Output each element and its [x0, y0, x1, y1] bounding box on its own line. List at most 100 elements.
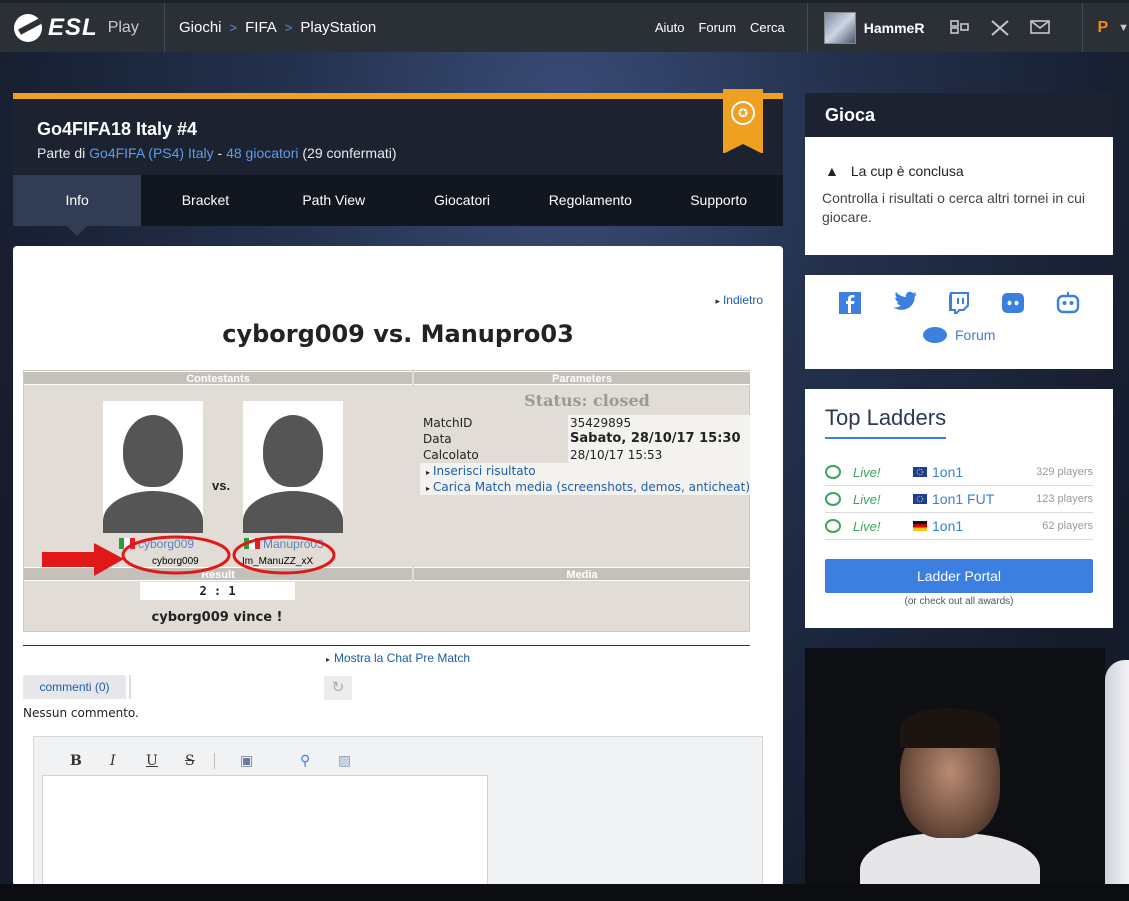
live-label: Live!: [853, 518, 881, 534]
forum-label: Forum: [955, 327, 996, 343]
cup-header: Go4FIFA18 Italy #4 Parte di Go4FIFA (PS4…: [13, 89, 783, 175]
series-link[interactable]: Go4FIFA (PS4) Italy: [89, 145, 214, 161]
warning-icon: ▲: [825, 163, 839, 179]
cup-sub-prefix: Parte di: [37, 145, 90, 161]
tab-regolamento[interactable]: Regolamento: [526, 175, 654, 226]
user-menu[interactable]: HammeR P ▼: [808, 3, 1129, 52]
ladder-players: 62 players: [1042, 520, 1093, 532]
tab-supporto[interactable]: Supporto: [654, 175, 782, 226]
bold-button[interactable]: B: [70, 753, 82, 769]
ladder-row[interactable]: Live! 1on1 FUT 123 players: [825, 486, 1093, 513]
vs-label: vs.: [212, 478, 231, 493]
breadcrumb: Giochi > FIFA > PlayStation: [165, 19, 655, 36]
match-status: Status: closed: [524, 391, 650, 410]
italy-flag-icon: [119, 538, 135, 549]
esl-logo[interactable]: ESL Play: [0, 3, 165, 52]
match-parameters: MatchID 35429895 Data Sabato, 28/10/17 15:…: [420, 415, 750, 495]
image-icon[interactable]: ▣: [240, 753, 253, 769]
breadcrumb-playstation[interactable]: PlayStation: [300, 19, 376, 36]
tab-bracket[interactable]: Bracket: [141, 175, 269, 226]
link-icon[interactable]: ⚲: [300, 753, 310, 769]
param-matchid-label: MatchID: [423, 416, 473, 430]
ladder-players: 329 players: [1036, 466, 1093, 478]
username[interactable]: HammeR: [864, 20, 925, 36]
eu-flag-icon: [913, 494, 927, 504]
ladder-name[interactable]: 1on1 FUT: [932, 491, 1036, 507]
logo-sub: Play: [107, 18, 139, 36]
swords-icon[interactable]: [989, 19, 1011, 37]
winner-text: cyborg009 vince !: [151, 610, 283, 625]
twitter-icon[interactable]: [892, 291, 918, 317]
avatar[interactable]: [823, 11, 856, 44]
media-header: Media: [414, 567, 750, 581]
back-link[interactable]: Indietro: [715, 293, 763, 307]
match-score: 2 : 1: [140, 582, 295, 600]
tab-giocatori[interactable]: Giocatori: [398, 175, 526, 226]
mail-icon[interactable]: [1029, 19, 1051, 37]
param-matchid-value: 35429895: [568, 415, 750, 431]
top-navbar: ESL Play Giochi > FIFA > PlayStation Aiu…: [0, 0, 1129, 52]
link-aiuto[interactable]: Aiuto: [655, 20, 685, 35]
premium-menu[interactable]: P ▼: [1082, 3, 1129, 52]
cup-sub-sep: -: [213, 145, 227, 161]
gamepad-icon: [825, 519, 841, 533]
twitch-icon[interactable]: [946, 291, 972, 317]
ladder-row[interactable]: Live! 1on1 62 players: [825, 513, 1093, 540]
gioca-box: Gioca ▲ La cup è conclusa Controlla i ri…: [805, 93, 1113, 255]
player2-account: Im_ManuZZ_xX: [242, 556, 314, 567]
tab-path-view[interactable]: Path View: [270, 175, 398, 226]
promo-side-image: [1105, 660, 1129, 884]
ladder-row[interactable]: Live! 1on1 329 players: [825, 459, 1093, 486]
comment-textarea[interactable]: [42, 775, 488, 886]
esl-logo-icon: [14, 13, 42, 42]
top-ladders-box: Top Ladders Live! 1on1 329 players Live!…: [805, 389, 1113, 628]
gamepad-icon: [825, 465, 841, 479]
param-data-label: Data: [423, 432, 452, 446]
ladder-portal-button[interactable]: Ladder Portal: [825, 559, 1093, 593]
players-link[interactable]: 48 giocatori: [226, 145, 298, 161]
player2-name[interactable]: Manupro03: [263, 537, 324, 551]
promo-banner[interactable]: [805, 648, 1105, 884]
link-forum[interactable]: Forum: [698, 20, 736, 35]
param-calcolato-value: 28/10/17 15:53: [568, 447, 750, 463]
confirmed-count: (29 confermati): [298, 145, 397, 161]
germany-flag-icon: [913, 521, 927, 531]
match-card: Indietro cyborg009 vs. Manupro03 Contest…: [13, 246, 783, 886]
link-cerca[interactable]: Cerca: [750, 20, 785, 35]
teams-icon[interactable]: [949, 19, 971, 37]
result-header: Result: [24, 567, 412, 581]
no-comments-text: Nessun commento.: [23, 706, 139, 720]
bot-icon[interactable]: [1055, 291, 1081, 317]
premium-badge: P: [1097, 18, 1109, 36]
page-title: Go4FIFA18 Italy #4: [37, 119, 198, 139]
italic-button[interactable]: I: [110, 753, 116, 769]
link-inserisci-risultato[interactable]: Inserisci risultato: [420, 463, 750, 479]
player1-avatar: [103, 401, 203, 533]
spoiler-icon[interactable]: ▨: [338, 753, 351, 769]
forum-link[interactable]: Forum: [923, 327, 995, 343]
ladder-name[interactable]: 1on1: [932, 464, 1036, 480]
breadcrumb-fifa[interactable]: FIFA: [245, 19, 277, 36]
player1-name[interactable]: cyborg009: [138, 537, 194, 551]
breadcrumb-giochi[interactable]: Giochi: [179, 19, 222, 36]
cup-concluded-text: La cup è conclusa: [850, 163, 964, 179]
player1-account: cyborg009: [152, 556, 199, 567]
chat-pre-match-link[interactable]: Mostra la Chat Pre Match: [13, 651, 783, 665]
tab-comments[interactable]: commenti (0): [23, 675, 126, 699]
bottom-bar: [0, 884, 1129, 901]
comment-editor: B I U S ▣ ⚲ ▨: [33, 736, 763, 886]
awards-link[interactable]: (or check out all awards): [805, 596, 1113, 607]
contestants-header: Contestants: [24, 371, 412, 385]
ladder-name[interactable]: 1on1: [932, 518, 1042, 534]
gioca-description: Controlla i risultati o cerca altri torn…: [822, 190, 1085, 225]
link-carica-media[interactable]: Carica Match media (screenshots, demos, …: [420, 479, 750, 495]
underline-button[interactable]: U: [146, 753, 158, 769]
cup-concluded-notice: ▲ La cup è conclusa: [825, 163, 964, 179]
chevron-down-icon: ▼: [1118, 21, 1129, 34]
facebook-icon[interactable]: [837, 291, 863, 317]
tab-info[interactable]: Info: [13, 175, 142, 236]
refresh-icon[interactable]: ↻: [324, 676, 352, 700]
strike-button[interactable]: S: [185, 753, 195, 769]
eu-flag-icon: [913, 467, 927, 477]
discord-icon[interactable]: [1000, 291, 1026, 317]
